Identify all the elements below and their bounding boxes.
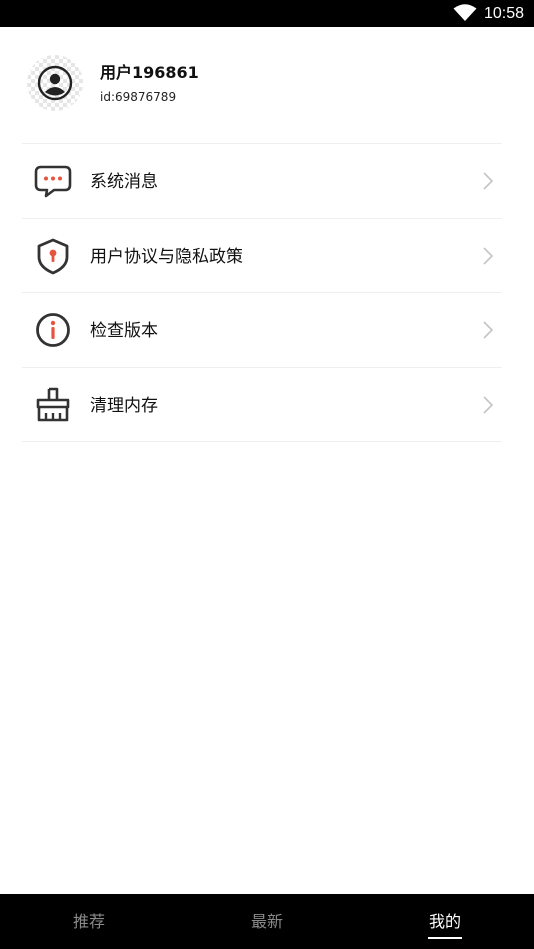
menu-item-label: 清理内存 [90,395,158,416]
info-icon [34,311,72,349]
tab-latest[interactable]: 最新 [223,894,311,949]
bottom-nav: 推荐 最新 我的 [0,894,534,949]
user-avatar-icon [37,65,73,101]
chevron-right-icon [483,172,494,190]
chevron-right-icon [483,395,494,414]
wifi-icon [453,4,477,21]
chevron-right-icon [483,246,494,265]
status-bar: 10:58 [0,0,534,27]
menu-item-system-messages[interactable]: 系统消息 [22,144,502,219]
menu-item-label: 用户协议与隐私政策 [90,246,243,267]
broom-icon [34,386,72,424]
active-tab-indicator [428,937,462,939]
tab-recommend[interactable]: 推荐 [45,894,133,949]
tab-label: 我的 [428,911,461,931]
menu-item-clear-cache[interactable]: 清理内存 [22,368,502,442]
menu-item-label: 系统消息 [90,172,158,192]
menu-item-label: 检查版本 [90,321,158,341]
username: 用户196861 [100,63,199,82]
settings-menu: 系统消息 用户协议与隐私政策 检查版本 清理内存 [22,143,502,442]
message-icon [34,162,72,200]
chevron-right-icon [483,321,494,339]
tab-label: 最新 [250,911,283,931]
menu-item-check-version[interactable]: 检查版本 [22,293,502,368]
avatar[interactable] [27,55,83,111]
menu-item-user-agreement[interactable]: 用户协议与隐私政策 [22,219,502,293]
shield-icon [34,237,72,275]
tab-label: 推荐 [72,911,105,931]
user-id: id:69876789 [100,90,177,104]
tab-mine[interactable]: 我的 [401,894,489,949]
status-time: 10:58 [484,5,525,22]
profile-header: 用户196861 id:69876789 [0,27,534,143]
